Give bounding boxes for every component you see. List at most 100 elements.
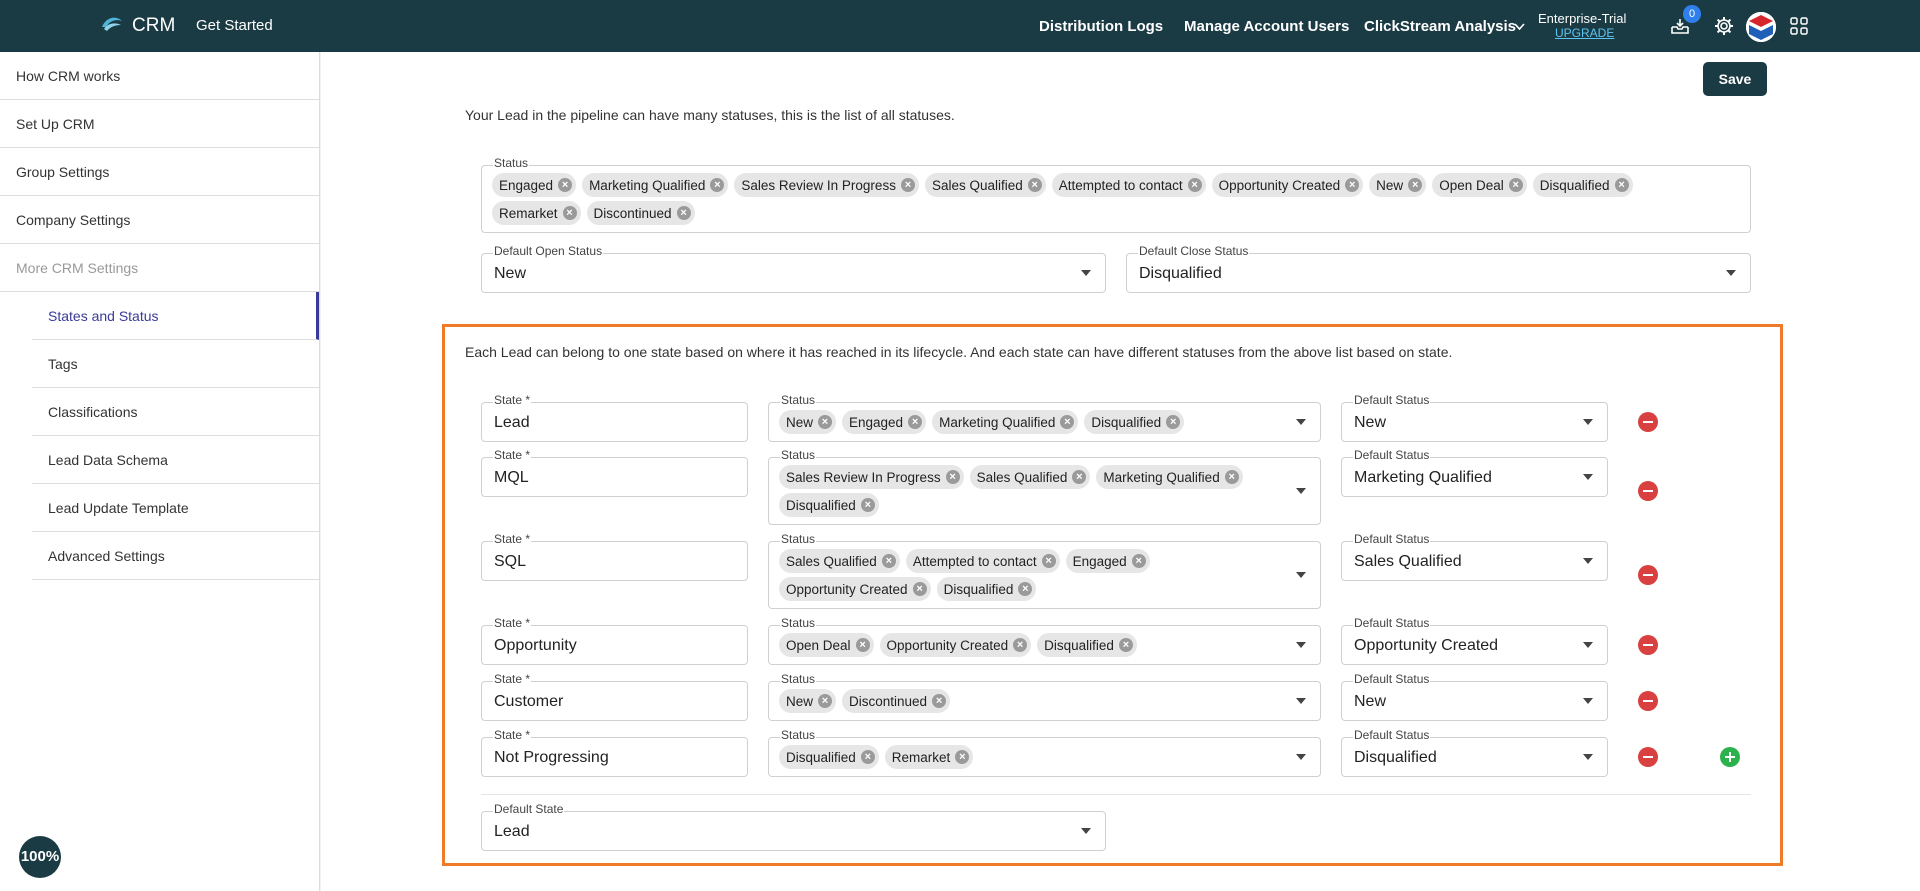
state-status-multiselect[interactable]: Status Disqualified × Remarket ×	[768, 728, 1321, 777]
remove-state-button[interactable]	[1638, 635, 1658, 655]
remove-chip-icon[interactable]: ×	[1060, 415, 1075, 429]
sidebar-item-advanced-settings[interactable]: Advanced Settings	[32, 532, 319, 580]
remove-chip-icon[interactable]: ×	[558, 178, 573, 192]
remove-chip-icon[interactable]: ×	[1018, 582, 1033, 596]
apps-grid-icon[interactable]	[1788, 15, 1810, 37]
avatar[interactable]	[1746, 12, 1776, 42]
remove-chip-icon[interactable]: ×	[860, 498, 875, 512]
remove-chip-icon[interactable]: ×	[1508, 178, 1523, 192]
remove-chip-icon[interactable]: ×	[908, 415, 923, 429]
zoom-indicator[interactable]: 100%	[19, 836, 61, 878]
status-chip-label: Marketing Qualified	[589, 177, 706, 193]
sidebar-item-states-and-status[interactable]: States and Status	[32, 292, 319, 340]
sidebar-item-how-crm-works[interactable]: How CRM works	[0, 52, 319, 100]
remove-chip-icon[interactable]: ×	[1614, 178, 1629, 192]
remove-chip-icon[interactable]: ×	[1013, 638, 1028, 652]
state-status-multiselect[interactable]: Status Sales Review In Progress × Sales Qu…	[768, 448, 1321, 525]
state-input[interactable]: State * Customer	[481, 672, 748, 721]
all-statuses-field[interactable]: Status Engaged × Marketing Qualified × Sales…	[481, 156, 1751, 233]
default-status-select[interactable]: Default Status New	[1341, 393, 1608, 442]
sidebar-item-tags[interactable]: Tags	[32, 340, 319, 388]
remove-chip-icon[interactable]: ×	[676, 206, 691, 220]
chevron-down-icon[interactable]	[1513, 20, 1526, 33]
state-status-multiselect[interactable]: Status Sales Qualified × Attempted to cont…	[768, 532, 1321, 609]
status-chip: Sales Qualified ×	[969, 465, 1091, 489]
state-input[interactable]: State * SQL	[481, 532, 748, 581]
status-chip: Opportunity Created ×	[879, 633, 1032, 657]
default-status-select[interactable]: Default Status Disqualified	[1341, 728, 1608, 777]
remove-chip-icon[interactable]: ×	[818, 694, 833, 708]
sidebar-item-classifications[interactable]: Classifications	[32, 388, 319, 436]
sidebar-item-more-crm-settings[interactable]: More CRM Settings	[0, 244, 319, 292]
status-field-label: Status	[780, 728, 817, 742]
default-close-status-select[interactable]: Default Close Status Disqualified	[1126, 244, 1751, 293]
remove-state-button[interactable]	[1638, 691, 1658, 711]
remove-state-button[interactable]	[1638, 481, 1658, 501]
remove-state-button[interactable]	[1638, 412, 1658, 432]
remove-chip-icon[interactable]: ×	[1041, 554, 1056, 568]
get-started-link[interactable]: Get Started	[196, 17, 273, 34]
remove-chip-icon[interactable]: ×	[855, 638, 870, 652]
remove-state-button[interactable]	[1638, 565, 1658, 585]
remove-chip-icon[interactable]: ×	[900, 178, 915, 192]
remove-chip-icon[interactable]: ×	[562, 206, 577, 220]
remove-chip-icon[interactable]: ×	[932, 694, 947, 708]
default-status-select[interactable]: Default Status Sales Qualified	[1341, 532, 1608, 581]
status-chip: New ×	[1369, 173, 1427, 197]
remove-chip-icon[interactable]: ×	[1408, 178, 1423, 192]
remove-chip-icon[interactable]: ×	[1027, 178, 1042, 192]
remove-chip-icon[interactable]: ×	[955, 750, 970, 764]
sidebar-item-lead-update-template[interactable]: Lead Update Template	[32, 484, 319, 532]
gear-icon[interactable]	[1713, 15, 1735, 37]
remove-chip-icon[interactable]: ×	[1118, 638, 1133, 652]
status-chip-label: Disqualified	[786, 749, 856, 765]
caret-down-icon	[1583, 419, 1593, 425]
default-status-select[interactable]: Default Status Marketing Qualified	[1341, 448, 1608, 497]
remove-chip-icon[interactable]: ×	[881, 554, 896, 568]
sidebar-item-company-settings[interactable]: Company Settings	[0, 196, 319, 244]
app-title[interactable]: CRM	[132, 15, 175, 37]
sidebar-item-set-up-crm[interactable]: Set Up CRM	[0, 100, 319, 148]
state-status-multiselect[interactable]: Status New × Engaged × Marketing Qualified × D…	[768, 393, 1321, 442]
remove-chip-icon[interactable]: ×	[945, 470, 960, 484]
remove-chip-icon[interactable]: ×	[860, 750, 875, 764]
default-state-select[interactable]: Default State Lead	[481, 802, 1106, 851]
default-status-select[interactable]: Default Status New	[1341, 672, 1608, 721]
status-chip-label: Opportunity Created	[1218, 177, 1341, 193]
state-field-label: State *	[493, 532, 532, 546]
state-input[interactable]: State * Not Progressing	[481, 728, 748, 777]
remove-chip-icon[interactable]: ×	[1166, 415, 1181, 429]
state-input[interactable]: State * Lead	[481, 393, 748, 442]
status-chip-label: Opportunity Created	[886, 637, 1009, 653]
remove-chip-icon[interactable]: ×	[1345, 178, 1360, 192]
status-field-label: Status	[780, 616, 817, 630]
default-status-select[interactable]: Default Status Opportunity Created	[1341, 616, 1608, 665]
save-button[interactable]: Save	[1703, 62, 1767, 96]
distribution-logs-link[interactable]: Distribution Logs	[1039, 18, 1163, 35]
default-open-status-select[interactable]: Default Open Status New	[481, 244, 1106, 293]
caret-down-icon	[1583, 698, 1593, 704]
clickstream-analysis-link[interactable]: ClickStream Analysis	[1364, 18, 1516, 35]
remove-chip-icon[interactable]: ×	[912, 582, 927, 596]
add-state-button[interactable]	[1720, 747, 1740, 767]
sidebar-item-lead-data-schema[interactable]: Lead Data Schema	[32, 436, 319, 484]
remove-chip-icon[interactable]: ×	[1072, 470, 1087, 484]
status-chips: Engaged × Marketing Qualified × Sales Review…	[492, 171, 1710, 227]
state-input[interactable]: State * Opportunity	[481, 616, 748, 665]
remove-chip-icon[interactable]: ×	[1131, 554, 1146, 568]
remove-state-button[interactable]	[1638, 747, 1658, 767]
manage-account-users-link[interactable]: Manage Account Users	[1184, 18, 1349, 35]
state-input[interactable]: State * MQL	[481, 448, 748, 497]
status-chip-label: Sales Qualified	[786, 553, 877, 569]
caret-down-icon	[1081, 270, 1091, 276]
status-chips: New × Discontinued ×	[779, 687, 1260, 715]
caret-down-icon	[1296, 488, 1306, 494]
remove-chip-icon[interactable]: ×	[1224, 470, 1239, 484]
remove-chip-icon[interactable]: ×	[818, 415, 833, 429]
remove-chip-icon[interactable]: ×	[710, 178, 725, 192]
state-status-multiselect[interactable]: Status Open Deal × Opportunity Created × Dis…	[768, 616, 1321, 665]
sidebar-item-group-settings[interactable]: Group Settings	[0, 148, 319, 196]
remove-chip-icon[interactable]: ×	[1187, 178, 1202, 192]
state-status-multiselect[interactable]: Status New × Discontinued ×	[768, 672, 1321, 721]
upgrade-link[interactable]: UPGRADE	[1555, 26, 1614, 40]
